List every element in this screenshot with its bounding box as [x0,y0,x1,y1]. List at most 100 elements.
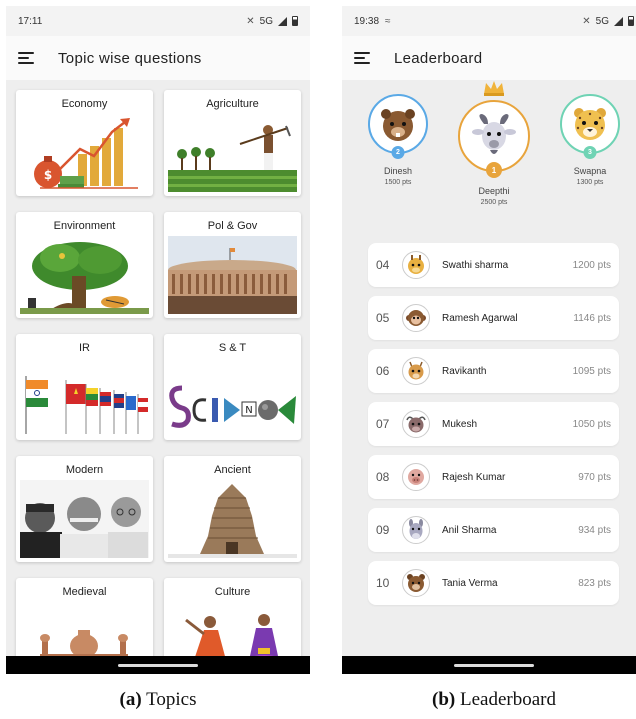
topic-card-science-tech[interactable]: S & T N [164,334,301,440]
nav-bar [342,656,636,674]
caption-tag: (b) [432,689,456,710]
nav-bar [6,656,310,674]
topic-card-ancient[interactable]: Ancient [164,456,301,562]
home-gesture-handle[interactable] [118,663,198,667]
podium: 2 Dinesh 1500 pts 1 Deepthi 2500 pts 3 S… [342,80,636,230]
status-time: 19:38 [354,15,380,27]
battery-icon [628,16,634,26]
page-title: Topic wise questions [58,49,202,67]
row-name: Mukesh [442,418,478,430]
signal-icon [278,16,287,26]
page-title: Leaderboard [394,49,483,67]
leaderboard-row[interactable]: 06 Ravikanth 1095 pts [368,349,619,393]
bear-icon [402,569,430,597]
topic-grid: Economy $ Agriculture Environment Pol & … [16,90,301,674]
topic-card-label: Environment [53,220,116,232]
goat-icon [472,114,516,154]
tree-wildlife-icon [20,242,149,314]
row-rank: 04 [376,258,390,272]
topic-card-label: Modern [65,464,104,476]
parliament-icon [168,236,297,314]
podium-rank-2[interactable]: 2 Dinesh 1500 pts [366,94,430,186]
svg-text:$: $ [44,168,52,182]
leaderboard-row[interactable]: 10 Tania Verma 823 pts [368,561,619,605]
topic-card-label: Culture [214,586,251,598]
topics-screen: 17:11 ✕ 5G Topic wise questions Economy [6,6,310,674]
topic-card-pol-gov[interactable]: Pol & Gov [164,212,301,318]
leaderboard-row[interactable]: 05 Ramesh Agarwal 1146 pts [368,296,619,340]
leaderboard-row[interactable]: 04 Swathi sharma 1200 pts [368,243,619,287]
row-points: 823 pts [578,577,611,589]
leaderboard-row[interactable]: 08 Rajesh Kumar 970 pts [368,455,619,499]
row-points: 1050 pts [572,418,611,430]
row-name: Anil Sharma [442,524,497,536]
menu-icon[interactable] [18,52,34,64]
leaderboard-row[interactable]: 07 Mukesh 1050 pts [368,402,619,446]
topic-card-label: Ancient [214,464,251,476]
rank-badge: 3 [583,146,597,159]
home-gesture-handle[interactable] [454,663,534,667]
rank-badge: 1 [486,162,502,178]
podium-name: Deepthi [478,186,510,196]
caption-tag: (a) [119,689,142,710]
avatar: 3 [560,94,620,159]
podium-name: Swapna [573,166,607,176]
rank-badge: 2 [391,146,405,159]
app-bar: Leaderboard [342,36,636,80]
monkey-icon [402,304,430,332]
network-label: 5G [259,15,273,27]
row-points: 1200 pts [572,259,611,271]
leaderboard-list: 04 Swathi sharma 1200 pts 05 Ramesh Agar… [368,243,619,614]
podium-name: Dinesh [383,166,412,176]
row-name: Swathi sharma [442,259,509,271]
topic-card-ir[interactable]: IR [16,334,153,440]
row-name: Rajesh Kumar [442,471,506,483]
topic-card-label: Economy [61,98,108,110]
beaver-icon [381,109,415,141]
caption-a: (a) Topics [6,689,310,711]
podium-points: 2500 pts [480,199,508,206]
donkey-icon [402,516,430,544]
status-bar: 19:38 ≈ ✕ 5G [342,6,636,36]
menu-icon[interactable] [354,52,370,64]
leaderboard-row[interactable]: 09 Anil Sharma 934 pts [368,508,619,552]
caption-text: Topics [146,689,197,710]
row-name: Ramesh Agarwal [442,312,518,324]
avatar: 1 [458,100,530,178]
row-name: Ravikanth [442,365,487,377]
topic-card-modern[interactable]: Modern [16,456,153,562]
topic-card-label: Medieval [62,586,107,598]
row-points: 1095 pts [572,365,611,377]
row-rank: 09 [376,523,390,537]
giraffe-icon [402,251,430,279]
row-points: 1146 pts [573,312,611,324]
topic-card-economy[interactable]: Economy $ [16,90,153,196]
buffalo-icon [402,410,430,438]
podium-rank-1[interactable]: 1 Deepthi 2500 pts [455,80,533,206]
podium-points: 1500 pts [384,179,412,186]
row-rank: 06 [376,364,390,378]
crown-icon [484,81,504,96]
topic-card-label: Agriculture [206,98,259,110]
mute-icon: ✕ [246,15,255,27]
battery-icon [292,16,298,26]
svg-text:N: N [245,405,252,416]
podium-points: 1300 pts [576,179,604,186]
farmer-icon [168,125,297,192]
money-growth-icon: $ [34,118,138,189]
leaderboard-screen: 19:38 ≈ ✕ 5G Leaderboard 2 Dinesh 1500 p… [342,6,636,674]
status-time: 17:11 [18,15,43,27]
topic-card-label: IR [79,342,90,354]
podium-rank-3[interactable]: 3 Swapna 1300 pts [558,94,622,186]
status-bar: 17:11 ✕ 5G [6,6,310,36]
cheetah-icon [574,108,606,140]
leaders-portrait-icon [20,480,149,558]
deer-icon [402,357,430,385]
temple-icon [168,484,297,558]
row-rank: 05 [376,311,390,325]
topic-card-label: Pol & Gov [207,220,258,232]
network-label: 5G [595,15,609,27]
topic-card-agriculture[interactable]: Agriculture [164,90,301,196]
caption-b: (b) Leaderboard [342,689,636,711]
topic-card-environment[interactable]: Environment [16,212,153,318]
